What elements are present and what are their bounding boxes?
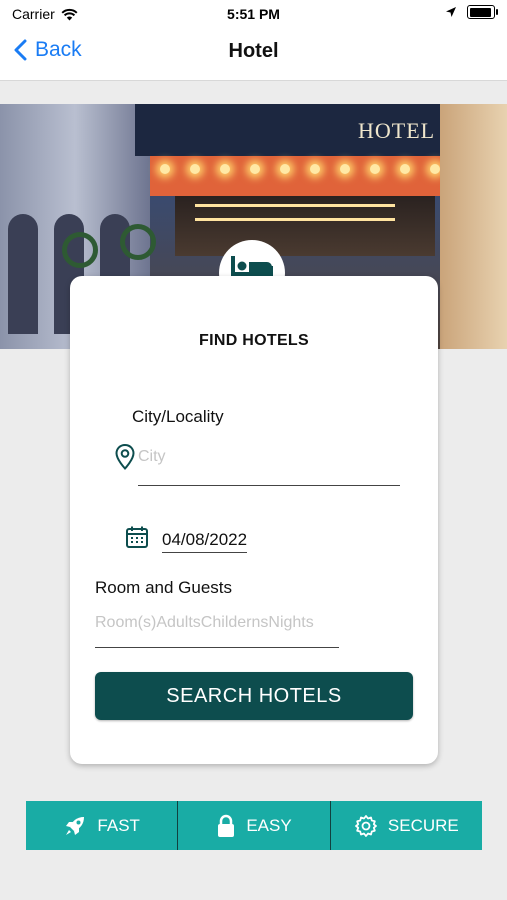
battery-icon: [467, 5, 498, 19]
location-pin-icon: [115, 443, 135, 470]
status-time: 5:51 PM: [227, 6, 280, 22]
wreath-decoration: [62, 232, 98, 268]
find-hotels-card: FIND HOTELS City/Locality 04/08/2022 Roo…: [70, 276, 438, 764]
features-bar: FAST EASY SECURE: [26, 801, 482, 850]
lock-icon: [218, 814, 235, 837]
status-bar: Carrier 5:51 PM: [0, 0, 507, 28]
calendar-icon: [126, 526, 148, 548]
hotel-canopy: [150, 156, 460, 196]
date-picker[interactable]: 04/08/2022: [162, 530, 248, 553]
room-guests-input[interactable]: [95, 610, 339, 648]
city-label: City/Locality: [132, 407, 224, 426]
page-title: Hotel: [228, 40, 279, 62]
navigation-bar: Back Hotel: [0, 28, 507, 80]
feature-secure: SECURE: [331, 801, 482, 850]
building-right: [440, 104, 507, 349]
canopy-lights: [160, 164, 450, 176]
top-bar: Carrier 5:51 PM Back Hotel: [0, 0, 507, 81]
feature-fast-label: FAST: [97, 815, 140, 835]
status-right: [445, 5, 498, 19]
search-hotels-button[interactable]: SEARCH HOTELS: [95, 672, 413, 720]
location-arrow-icon: [446, 7, 456, 17]
feature-easy: EASY: [178, 801, 331, 850]
wreath-decoration: [120, 224, 156, 260]
card-title: FIND HOTELS: [199, 332, 309, 349]
gear-icon: [354, 814, 377, 837]
feature-fast: FAST: [26, 801, 179, 850]
hotel-sign: HOTEL: [358, 118, 436, 143]
rocket-icon: [66, 816, 85, 835]
city-input[interactable]: [138, 444, 400, 486]
feature-secure-label: SECURE: [387, 815, 459, 835]
room-guests-label: Room and Guests: [95, 578, 233, 597]
feature-easy-label: EASY: [246, 815, 292, 835]
